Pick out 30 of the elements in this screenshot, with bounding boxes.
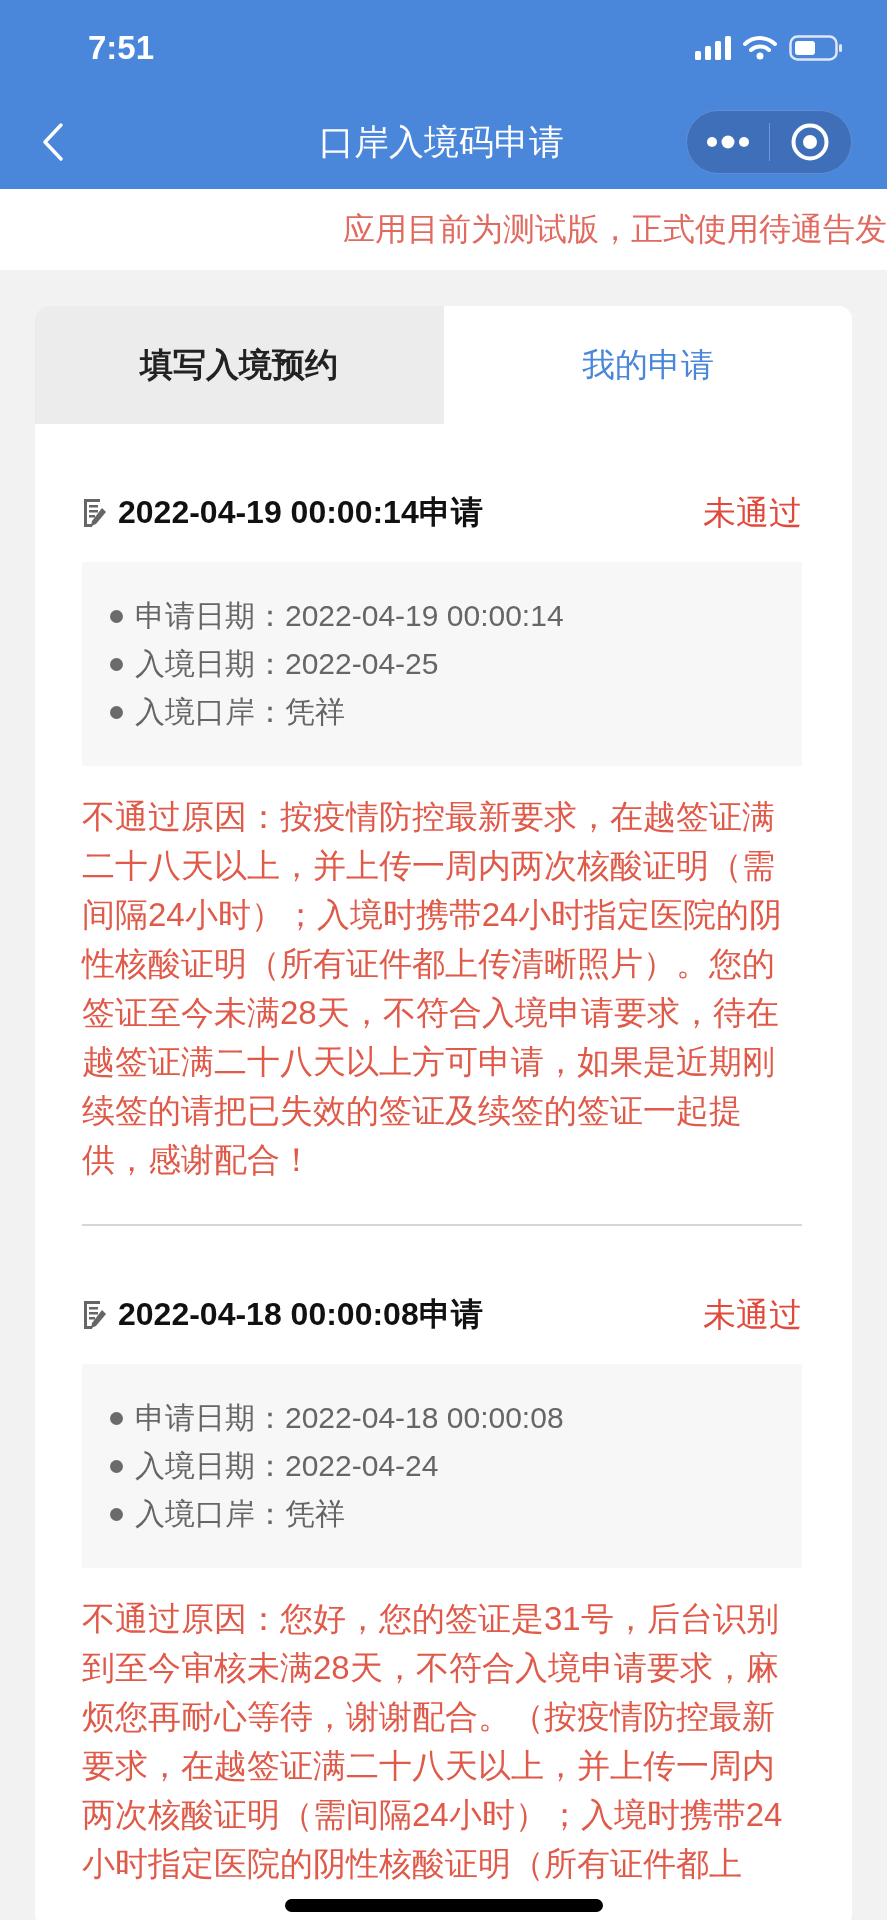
detail-text: 入境口岸：凭祥	[135, 1495, 345, 1532]
status-time: 7:51	[88, 28, 155, 67]
target-icon	[790, 122, 831, 162]
detail-text: 申请日期：2022-04-18 00:00:08	[135, 1399, 564, 1436]
bullet-icon	[110, 1411, 123, 1425]
bullet-icon	[110, 1507, 123, 1521]
status-label: 未通过	[703, 492, 802, 533]
application-title: 2022-04-19 00:00:14申请	[118, 493, 484, 532]
back-icon	[42, 122, 64, 162]
tab[interactable]: 填写入境预约	[35, 306, 444, 424]
detail-text: 申请日期：2022-04-19 00:00:14	[135, 597, 564, 634]
bullet-icon	[110, 657, 123, 671]
document-pencil-icon	[82, 1300, 108, 1330]
rejection-reason: 不通过原因：按疫情防控最新要求，在越签证满二十八天以上，并上传一周内两次核酸证明（需间隔24小时）；入境时携带24小时指定医院的阴性核酸证明（所有证件都上传清晰照片）。您的签证至今未满28天，不符合入境申请要求，待在越签证满二十八天以上方可申请，如果是近期刚续签的请把已失效的签证及续签的签证一起提供，感谢配合！	[82, 797, 784, 1180]
bullet-icon	[110, 705, 123, 719]
detail-text: 入境日期：2022-04-25	[135, 645, 439, 682]
page-title: 口岸入境码申请	[317, 120, 565, 163]
more-icon	[705, 135, 750, 149]
battery-icon	[789, 34, 843, 61]
bullet-icon	[110, 609, 123, 623]
status-label: 未通过	[703, 1294, 802, 1335]
detail-text: 入境日期：2022-04-24	[135, 1447, 439, 1484]
document-pencil-icon	[82, 498, 108, 528]
rejection-reason: 不通过原因：您好，您的签证是31号，后台识别到至今审核未满28天，不符合入境申请要求，麻烦您再耐心等待，谢谢配合。（按疫情防控最新要求，在越签证满二十八天以上，并上传一周内两次核酸证明（需间隔24小时）；入境时携带24小时指定医院的阴性核酸证明（所有证件都上	[82, 1599, 784, 1884]
bullet-icon	[110, 1459, 123, 1473]
notice-text: 应用目前为测试版，正式使用待通告发	[343, 209, 887, 249]
detail-text: 入境口岸：凭祥	[135, 693, 345, 730]
wifi-icon	[743, 35, 777, 60]
signal-icon	[695, 35, 731, 60]
application-title: 2022-04-18 00:00:08申请	[118, 1295, 484, 1334]
